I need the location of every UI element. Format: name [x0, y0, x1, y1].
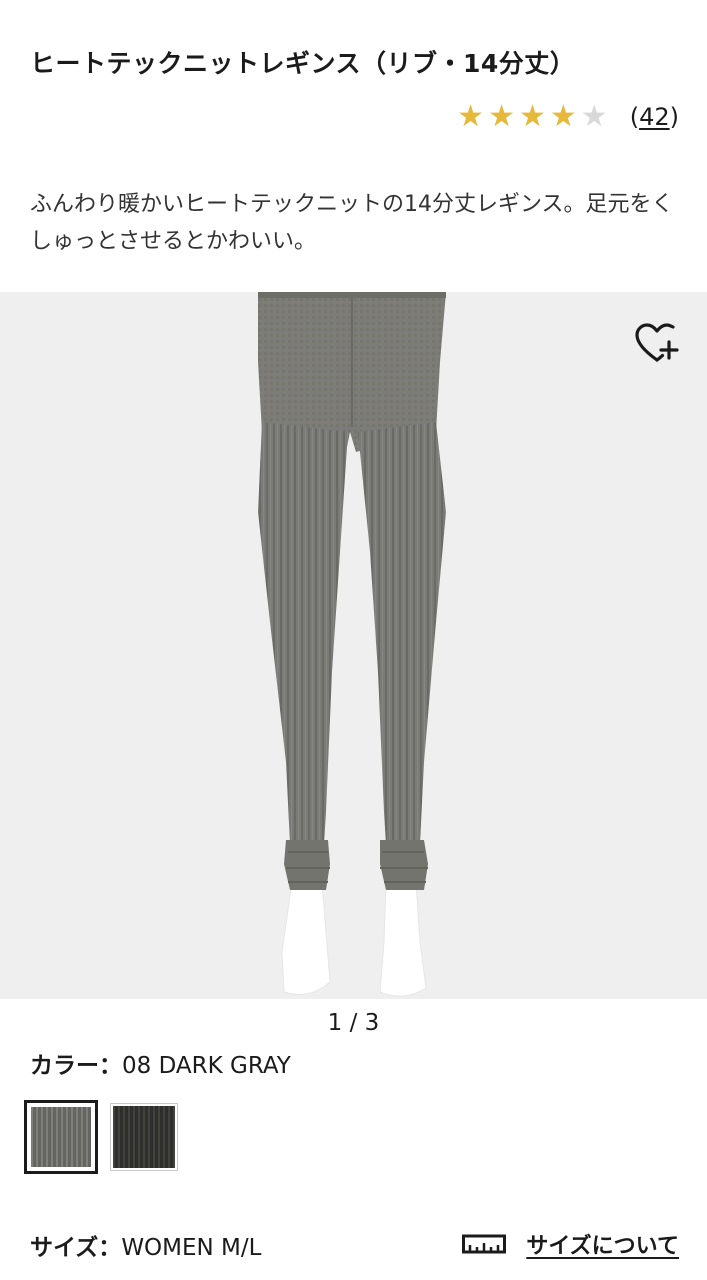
star-filled-icon: ★: [518, 99, 546, 134]
star-filled-icon: ★: [549, 99, 577, 134]
product-image: [258, 292, 446, 997]
size-guide-link[interactable]: サイズについて: [462, 1228, 679, 1260]
review-count-number[interactable]: 42: [639, 103, 670, 131]
color-swatch-dark-gray[interactable]: [24, 1100, 98, 1174]
product-image-gallery[interactable]: [0, 292, 707, 999]
review-count-link[interactable]: (42): [630, 103, 679, 131]
ruler-icon: [462, 1234, 507, 1254]
star-filled-icon: ★: [488, 99, 515, 134]
star-filled-icon: ★: [457, 99, 485, 134]
rating-row: ★ ★ ★ ★ ★ (42): [457, 102, 679, 132]
swatch-fill: [31, 1107, 91, 1167]
color-label: カラー：: [30, 1053, 122, 1079]
product-detail-page: ヒートテックニットレギンス（リブ・14分丈） ★ ★ ★ ★ ★ (42) ふん…: [0, 0, 707, 1280]
size-label: サイズ：: [30, 1235, 122, 1261]
color-swatch-black[interactable]: [110, 1103, 178, 1171]
size-guide-label[interactable]: サイズについて: [526, 1228, 679, 1260]
product-title: ヒートテックニットレギンス（リブ・14分丈）: [30, 49, 576, 78]
size-selection-label: サイズ：WOMEN M/L: [30, 1228, 261, 1262]
product-description: ふんわり暖かいヒートテックニットの14分丈レギンス。足元をくしゅっとさせるとかわ…: [30, 192, 674, 254]
star-rating: ★ ★ ★ ★ ★: [457, 102, 608, 132]
star-empty-icon: ★: [580, 99, 608, 134]
size-value: WOMEN M/L: [121, 1235, 262, 1261]
color-selection-label: カラー：08 DARK GRAY: [30, 1046, 291, 1080]
swatch-fill: [113, 1106, 175, 1168]
color-value: 08 DARK GRAY: [122, 1053, 291, 1079]
image-pager: 1 / 3: [327, 1010, 380, 1036]
favorite-button[interactable]: [633, 320, 681, 368]
heart-plus-icon: [635, 323, 679, 362]
